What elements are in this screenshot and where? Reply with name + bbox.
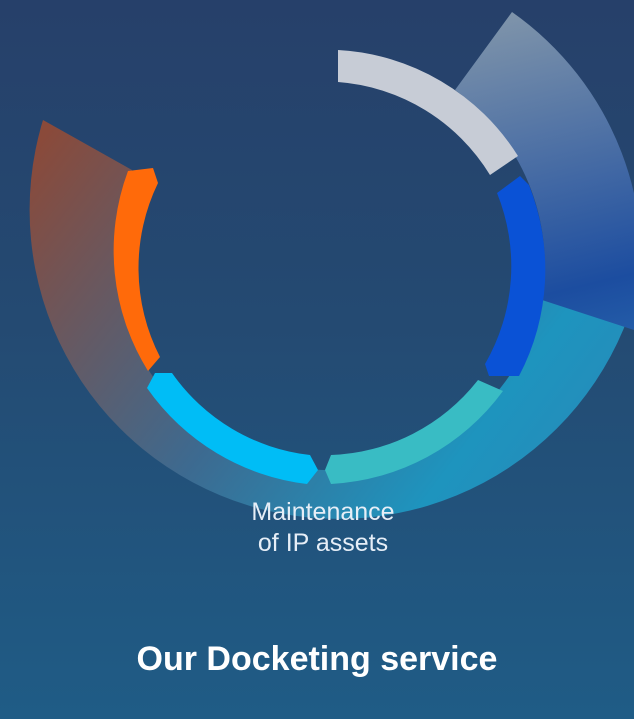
circular-process-diagram xyxy=(29,12,634,519)
diagram-label-line2: of IP assets xyxy=(257,529,389,557)
diagram-label: Maintenance of IP assets xyxy=(183,497,463,559)
page-title: Our Docketing service xyxy=(136,640,498,678)
diagram-label-line1: Maintenance xyxy=(251,498,395,526)
